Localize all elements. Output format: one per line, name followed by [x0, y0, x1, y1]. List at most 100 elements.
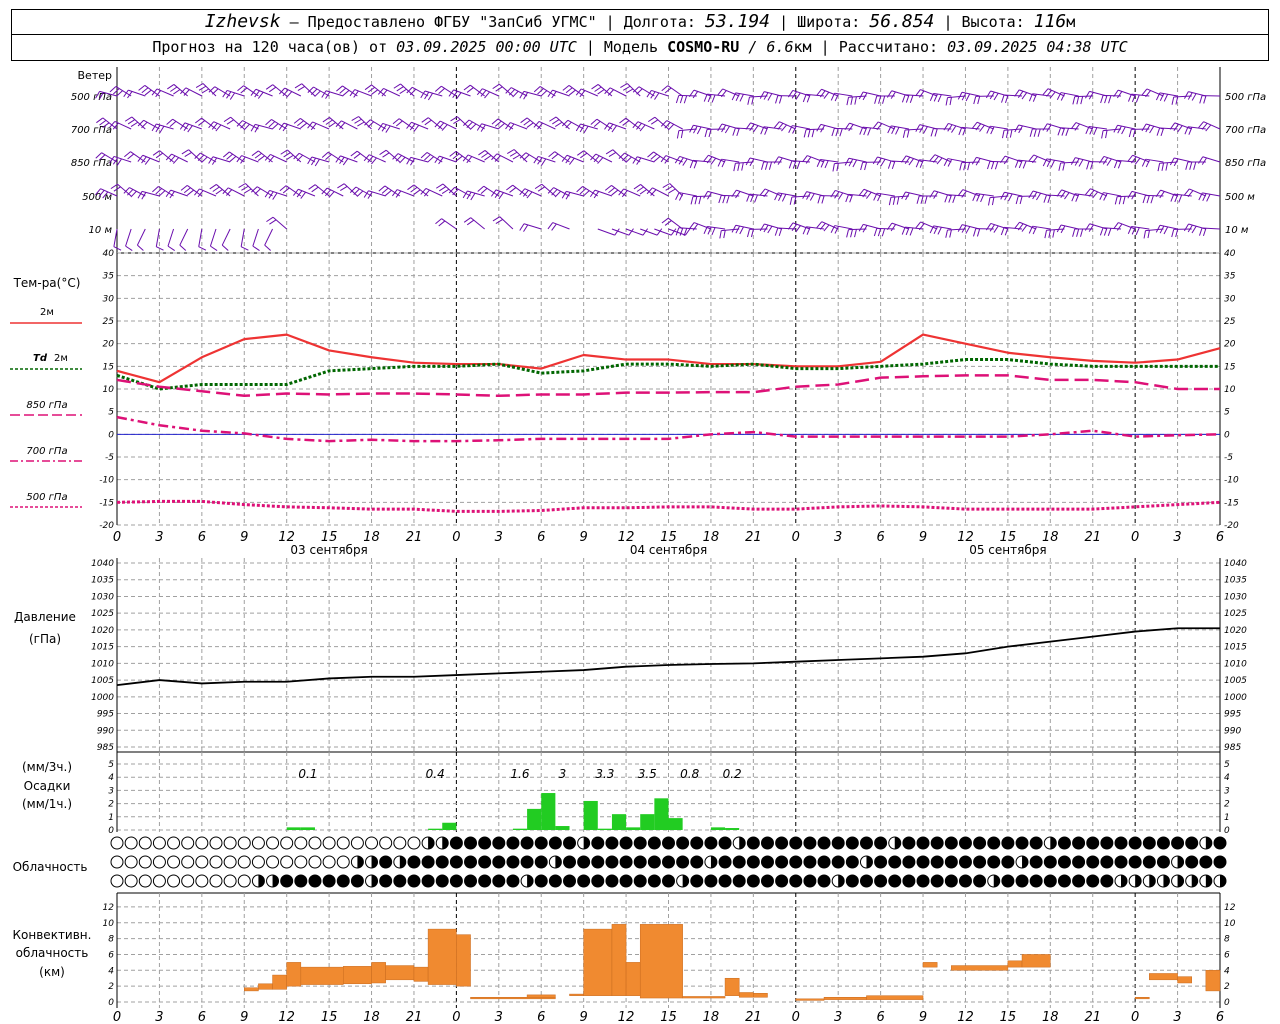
wind-barb-flag	[1021, 224, 1028, 232]
temp-title: Тем-ра(°C)	[13, 276, 81, 290]
wind-barb-flag	[222, 151, 230, 158]
wind-barb-flag	[945, 229, 948, 238]
conv-ytick-left: 8	[108, 935, 114, 945]
press-ytick-right: 1025	[1224, 609, 1247, 619]
wind-barb-flag	[703, 93, 708, 102]
wind-barb-flag	[526, 122, 534, 128]
wind-barb-flag	[690, 196, 694, 205]
conv-xtick: 6	[537, 1010, 545, 1024]
wind-barb-flag	[169, 120, 177, 128]
wind-barb-flag	[967, 162, 971, 171]
wind-barb-flag	[723, 230, 726, 239]
conv-cloud-bar	[951, 965, 1009, 971]
wind-barb	[425, 187, 443, 197]
wind-barb-flag	[1085, 126, 1090, 135]
wind-barb-flag	[759, 223, 765, 232]
wind-barb-flag	[1093, 127, 1098, 136]
cloud-symbol-half	[1050, 837, 1057, 849]
conv-xtick: 21	[406, 1010, 423, 1024]
wind-barb-flag	[1028, 154, 1035, 162]
precip-title: Осадки	[24, 779, 71, 793]
wind-barb-flag	[1060, 190, 1066, 199]
cloud-symbol	[152, 855, 166, 869]
wind-barb-flag	[494, 120, 502, 127]
cloud-symbol	[209, 874, 223, 888]
cloud-symbol	[379, 874, 393, 888]
cloud-symbol	[662, 874, 675, 888]
wind-barb	[1117, 195, 1136, 198]
wind-barb-flag	[526, 191, 533, 199]
wind-barb-flag	[647, 116, 656, 123]
wind-barb	[385, 149, 401, 163]
cloud-symbol	[223, 855, 237, 869]
cloud-symbol	[874, 855, 888, 869]
wind-barb-flag	[781, 194, 787, 202]
cloud-symbol	[633, 855, 647, 869]
wind-barb-flag	[354, 118, 362, 124]
wind-barb-flag	[1116, 223, 1123, 231]
precip-ytick-left: 4	[108, 773, 114, 783]
cloud-symbol	[1128, 855, 1142, 869]
conv-title-3: (км)	[39, 965, 65, 979]
wind-barb-flag	[438, 157, 444, 165]
wind-barb-flag	[1029, 128, 1033, 137]
wind-barb-flag	[130, 121, 139, 127]
wind-barb-flag	[989, 224, 995, 232]
wind-barb-flag	[1183, 188, 1190, 196]
cloud-symbol	[449, 874, 463, 888]
wind-barb-flag	[201, 88, 209, 94]
wind-barb-flag	[795, 92, 801, 100]
wind-barb-flag	[1203, 95, 1207, 104]
wind-barb-flag	[424, 119, 432, 126]
wind-barb-flag	[551, 91, 557, 99]
conv-cloud-bar	[272, 974, 287, 990]
wind-barb-flag	[934, 128, 938, 137]
wind-barb-flag	[198, 85, 207, 91]
temp-ytick-right: 10	[1224, 385, 1236, 395]
wind-barb	[597, 228, 615, 236]
wind-barb	[541, 183, 556, 197]
wind-barb-flag	[717, 88, 724, 96]
cloud-symbol	[407, 874, 421, 888]
wind-barb-flag	[296, 154, 304, 162]
wind-barb	[442, 183, 457, 197]
cloud-symbol	[619, 855, 633, 869]
wind-barb	[264, 228, 274, 246]
wind-barb-flag	[891, 161, 896, 170]
wind-barb-flag	[661, 85, 669, 92]
wind-barb-flag	[722, 195, 726, 204]
wind-barb-flag	[846, 229, 849, 238]
cloud-symbol-half	[682, 875, 689, 887]
conv-title-1: Конвективн.	[13, 928, 92, 942]
precip-ytick-right: 1	[1224, 813, 1230, 823]
wind-barb-flag	[957, 92, 963, 100]
wind-level-label: 500 гПа	[71, 92, 112, 103]
cloud-symbol	[605, 855, 619, 869]
wind-barb-flag	[703, 226, 708, 235]
wind-level-label: 850 гПа	[71, 158, 112, 169]
cloud-symbol	[407, 836, 421, 850]
cloud-symbol	[1057, 874, 1071, 888]
precip-ytick-left: 5	[108, 760, 114, 770]
cloud-symbol-half	[428, 837, 435, 849]
cloud-symbol	[138, 874, 152, 888]
wind-barb-flag	[789, 196, 793, 205]
wind-barb-flag	[817, 195, 821, 204]
wind-barb-flag	[636, 186, 644, 192]
press-ytick-left: 1010	[91, 659, 114, 669]
wind-barb-flag	[336, 85, 343, 92]
cloud-symbol	[167, 855, 181, 869]
wind-barb-flag	[427, 92, 433, 101]
cloud-symbol	[1001, 836, 1015, 850]
wind-barb-flag	[837, 192, 844, 200]
wind-barb-flag	[909, 95, 914, 104]
wind-barb-flag	[754, 194, 758, 203]
wind-barb-flag	[1113, 125, 1118, 133]
temp-ytick-right: -20	[1224, 521, 1239, 531]
cloud-symbol	[1114, 855, 1128, 869]
wind-barb-flag	[420, 152, 428, 159]
cloud-symbol	[746, 855, 760, 869]
wind-barb-flag	[392, 118, 400, 125]
wind-barb-flag	[1155, 225, 1161, 233]
cloud-symbol	[1100, 874, 1114, 888]
